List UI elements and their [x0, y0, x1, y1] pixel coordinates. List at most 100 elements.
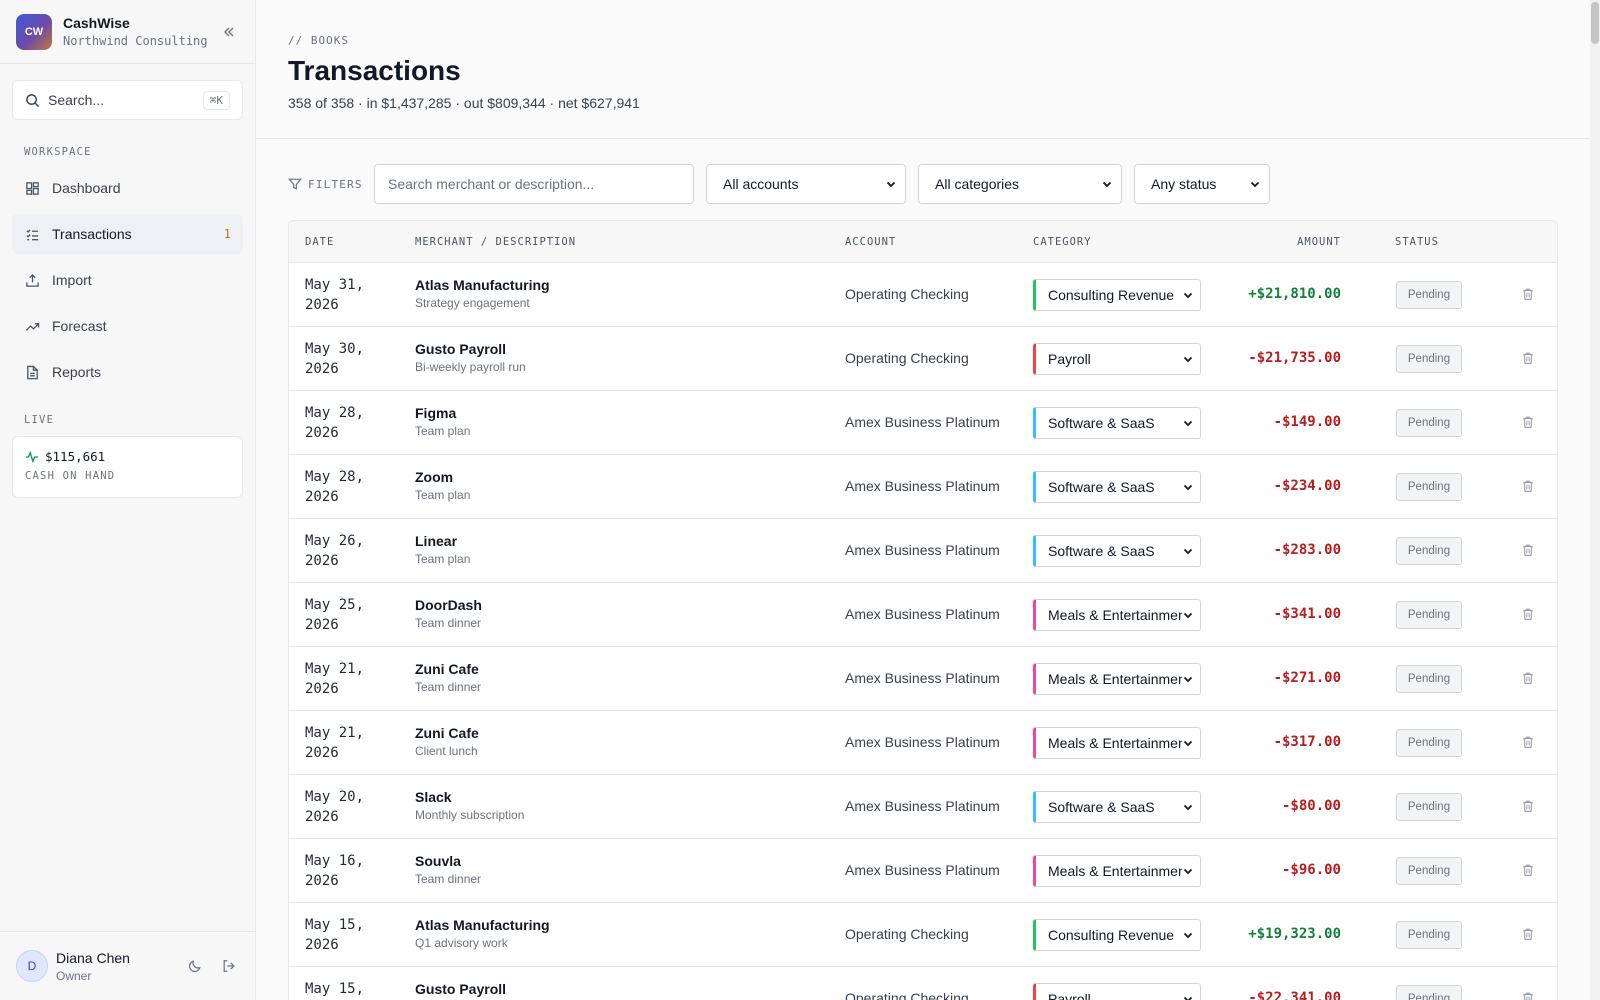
merchant-search-input[interactable]: Search merchant or description...	[374, 164, 694, 204]
date-year: 2026	[305, 873, 339, 889]
delete-button[interactable]	[1521, 735, 1535, 749]
transaction-date: May 25, 2026	[305, 595, 385, 635]
column-header-merchant[interactable]: MERCHANT / DESCRIPTION	[415, 236, 576, 248]
merchant-name: Gusto Payroll	[415, 981, 507, 997]
transaction-date: May 15, 2026	[305, 915, 385, 955]
status-badge[interactable]: Pending	[1396, 281, 1462, 309]
page-scrollbar[interactable]	[1590, 0, 1600, 1000]
collapse-sidebar-button[interactable]	[219, 22, 239, 42]
category-select[interactable]: Payroll	[1033, 983, 1201, 1000]
trash-icon	[1523, 800, 1533, 812]
theme-toggle-button[interactable]	[185, 956, 205, 976]
status-badge[interactable]: Pending	[1396, 409, 1462, 437]
table-row[interactable]: May 31, 2026 Atlas Manufacturing Strategy e…	[289, 263, 1557, 327]
table-row[interactable]: May 20, 2026 Slack Monthly subscription Amex…	[289, 775, 1557, 839]
trash-icon	[1523, 352, 1533, 364]
category-select[interactable]: Payroll	[1033, 343, 1201, 375]
chevron-down-icon	[1182, 865, 1194, 877]
merchant-name: Zuni Cafe	[415, 725, 479, 741]
sidebar-item-forecast[interactable]: Forecast	[12, 306, 243, 346]
chevron-down-icon	[1249, 178, 1261, 190]
table-row[interactable]: May 28, 2026 Zoom Team plan Amex Business Pl…	[289, 455, 1557, 519]
sidebar-item-reports[interactable]: Reports	[12, 352, 243, 392]
table-row[interactable]: May 16, 2026 Souvla Team dinner Amex Busines…	[289, 839, 1557, 903]
transactions-count-badge: 1	[223, 227, 231, 241]
category-select[interactable]: Meals & Entertainment	[1033, 727, 1201, 759]
delete-button[interactable]	[1521, 927, 1535, 941]
sidebar-item-label: Import	[52, 272, 92, 288]
category-select[interactable]: Consulting Revenue	[1033, 919, 1201, 951]
status-badge[interactable]: Pending	[1396, 345, 1462, 373]
date-line: May 25,	[305, 597, 365, 613]
sidebar-item-dashboard[interactable]: Dashboard	[12, 168, 243, 208]
merchant-name: DoorDash	[415, 597, 482, 613]
table-row[interactable]: May 21, 2026 Zuni Cafe Team dinner Amex Busi…	[289, 647, 1557, 711]
category-select[interactable]: Software & SaaS	[1033, 535, 1201, 567]
delete-button[interactable]	[1521, 543, 1535, 557]
status-badge[interactable]: Pending	[1396, 985, 1462, 1000]
category-select[interactable]: Software & SaaS	[1033, 471, 1201, 503]
merchant-description: Strategy engagement	[415, 296, 530, 310]
transaction-date: May 21, 2026	[305, 723, 385, 763]
status-badge[interactable]: Pending	[1396, 857, 1462, 885]
category-select[interactable]: Consulting Revenue	[1033, 279, 1201, 311]
column-header-amount[interactable]: AMOUNT	[1297, 236, 1341, 248]
delete-button[interactable]	[1521, 991, 1535, 1000]
account-filter-select[interactable]: All accounts	[706, 164, 906, 204]
date-year: 2026	[305, 745, 339, 761]
delete-button[interactable]	[1521, 287, 1535, 301]
delete-button[interactable]	[1521, 479, 1535, 493]
status-badge[interactable]: Pending	[1396, 921, 1462, 949]
status-badge[interactable]: Pending	[1396, 473, 1462, 501]
delete-button[interactable]	[1521, 671, 1535, 685]
status-badge[interactable]: Pending	[1396, 537, 1462, 565]
chevrons-left-icon	[224, 27, 234, 36]
delete-button[interactable]	[1521, 799, 1535, 813]
merchant-cell: Figma Team plan	[415, 405, 470, 438]
status-badge[interactable]: Pending	[1396, 729, 1462, 757]
search-input[interactable]: Search... ⌘K	[12, 80, 243, 120]
table-row[interactable]: May 28, 2026 Figma Team plan Amex Business P…	[289, 391, 1557, 455]
status-badge[interactable]: Pending	[1396, 793, 1462, 821]
sidebar-item-transactions[interactable]: Transactions 1	[12, 214, 243, 254]
table-row[interactable]: May 30, 2026 Gusto Payroll Bi-weekly payrol…	[289, 327, 1557, 391]
category-select[interactable]: Software & SaaS	[1033, 407, 1201, 439]
merchant-cell: Atlas Manufacturing Q1 advisory work	[415, 917, 550, 950]
avatar[interactable]: D	[16, 950, 48, 982]
table-row[interactable]: May 21, 2026 Zuni Cafe Client lunch Amex Bus…	[289, 711, 1557, 775]
column-header-status[interactable]: STATUS	[1395, 236, 1439, 248]
delete-button[interactable]	[1521, 415, 1535, 429]
category-select[interactable]: Meals & Entertainment	[1033, 599, 1201, 631]
scrollbar-thumb[interactable]	[1591, 2, 1599, 44]
column-header-category[interactable]: CATEGORY	[1033, 236, 1092, 248]
chevron-down-icon	[1182, 353, 1194, 365]
trash-icon	[1523, 288, 1533, 300]
delete-button[interactable]	[1521, 607, 1535, 621]
sidebar-item-import[interactable]: Import	[12, 260, 243, 300]
sidebar: CW CashWise Northwind Consulting Search.…	[0, 0, 256, 1000]
delete-button[interactable]	[1521, 351, 1535, 365]
category-select[interactable]: Software & SaaS	[1033, 791, 1201, 823]
category-select[interactable]: Meals & Entertainment	[1033, 855, 1201, 887]
table-row[interactable]: May 26, 2026 Linear Team plan Amex Business …	[289, 519, 1557, 583]
category-filter-select[interactable]: All categories	[918, 164, 1122, 204]
table-row[interactable]: May 25, 2026 DoorDash Team dinner Amex Busin…	[289, 583, 1557, 647]
column-header-date[interactable]: DATE	[305, 236, 334, 248]
delete-button[interactable]	[1521, 863, 1535, 877]
user-name: Diana Chen	[56, 949, 130, 966]
merchant-description: Bi-weekly payroll run	[415, 360, 526, 374]
table-row[interactable]: May 15,2026 Gusto PayrollBi-weekly payrol…	[289, 967, 1557, 1000]
logout-button[interactable]	[219, 956, 239, 976]
column-header-account[interactable]: ACCOUNT	[845, 236, 896, 248]
table-row[interactable]: May 15, 2026 Atlas Manufacturing Q1 advisor…	[289, 903, 1557, 967]
status-badge[interactable]: Pending	[1396, 665, 1462, 693]
trash-icon	[1523, 672, 1533, 684]
status-badge[interactable]: Pending	[1396, 601, 1462, 629]
merchant-cell: Slack Monthly subscription	[415, 789, 524, 822]
account-name: Amex Business Platinum	[845, 542, 1000, 558]
status-filter-select[interactable]: Any status	[1134, 164, 1270, 204]
date-line: May 28,	[305, 405, 365, 421]
table-header: DATE MERCHANT / DESCRIPTION ACCOUNT CATE…	[289, 221, 1557, 263]
sidebar-item-label: Forecast	[52, 318, 107, 334]
category-select[interactable]: Meals & Entertainment	[1033, 663, 1201, 695]
